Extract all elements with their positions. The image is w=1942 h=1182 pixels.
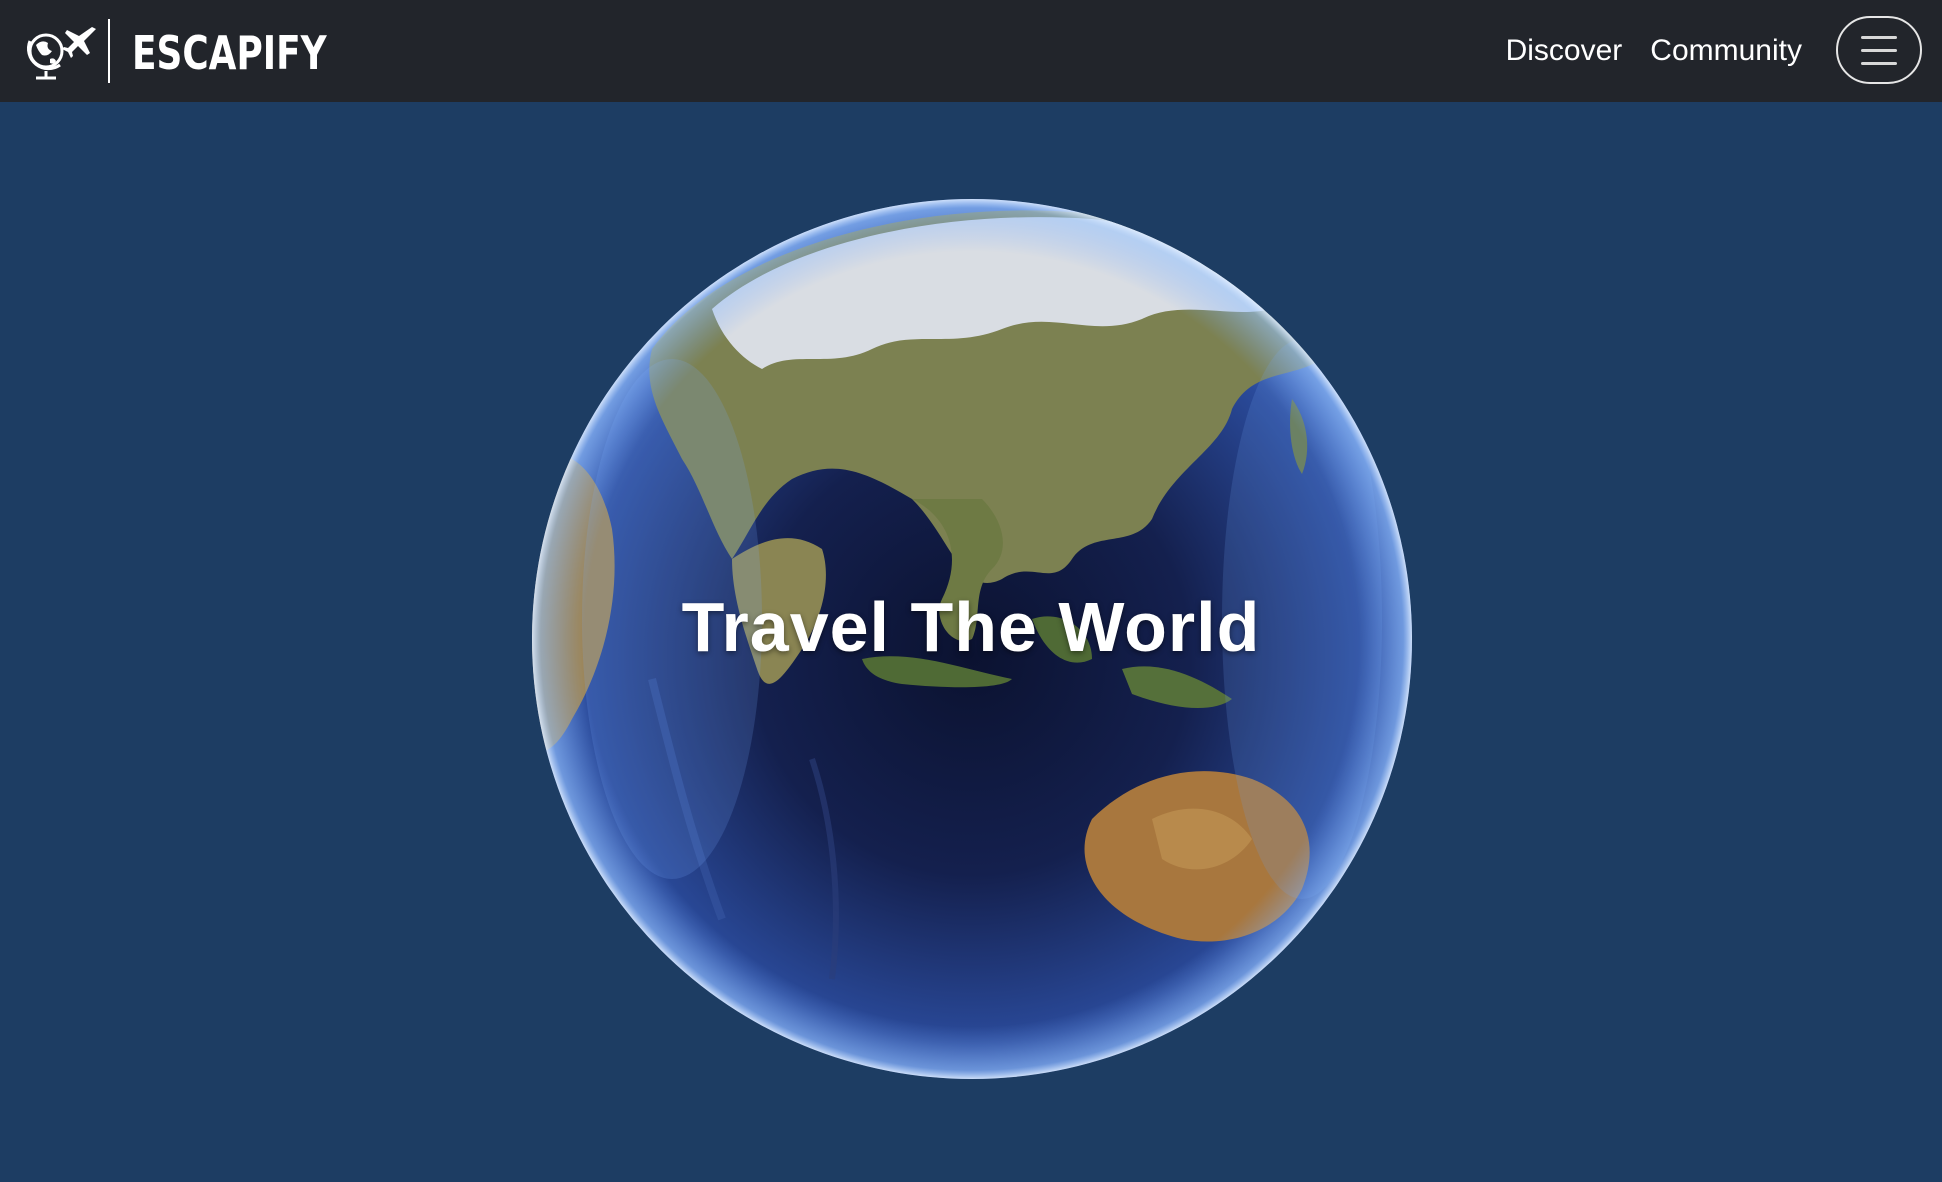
top-navbar: ESCAPIFY Discover Community xyxy=(0,0,1942,102)
globe-airplane-icon xyxy=(26,27,96,80)
hamburger-menu-icon xyxy=(1861,35,1897,39)
brand-divider xyxy=(108,19,110,83)
hamburger-menu-icon-bar xyxy=(1861,61,1897,65)
hamburger-menu-icon-bar xyxy=(1861,48,1897,52)
brand-logo[interactable]: ESCAPIFY xyxy=(22,18,381,84)
menu-button[interactable] xyxy=(1836,16,1922,84)
nav-link-community[interactable]: Community xyxy=(1650,34,1802,68)
main-nav: Discover Community xyxy=(1506,0,1802,102)
hero-section: Travel The World xyxy=(0,102,1942,1182)
brand-name: ESCAPIFY xyxy=(132,26,327,80)
hero-title: Travel The World xyxy=(681,588,1261,666)
nav-link-discover[interactable]: Discover xyxy=(1506,34,1623,68)
